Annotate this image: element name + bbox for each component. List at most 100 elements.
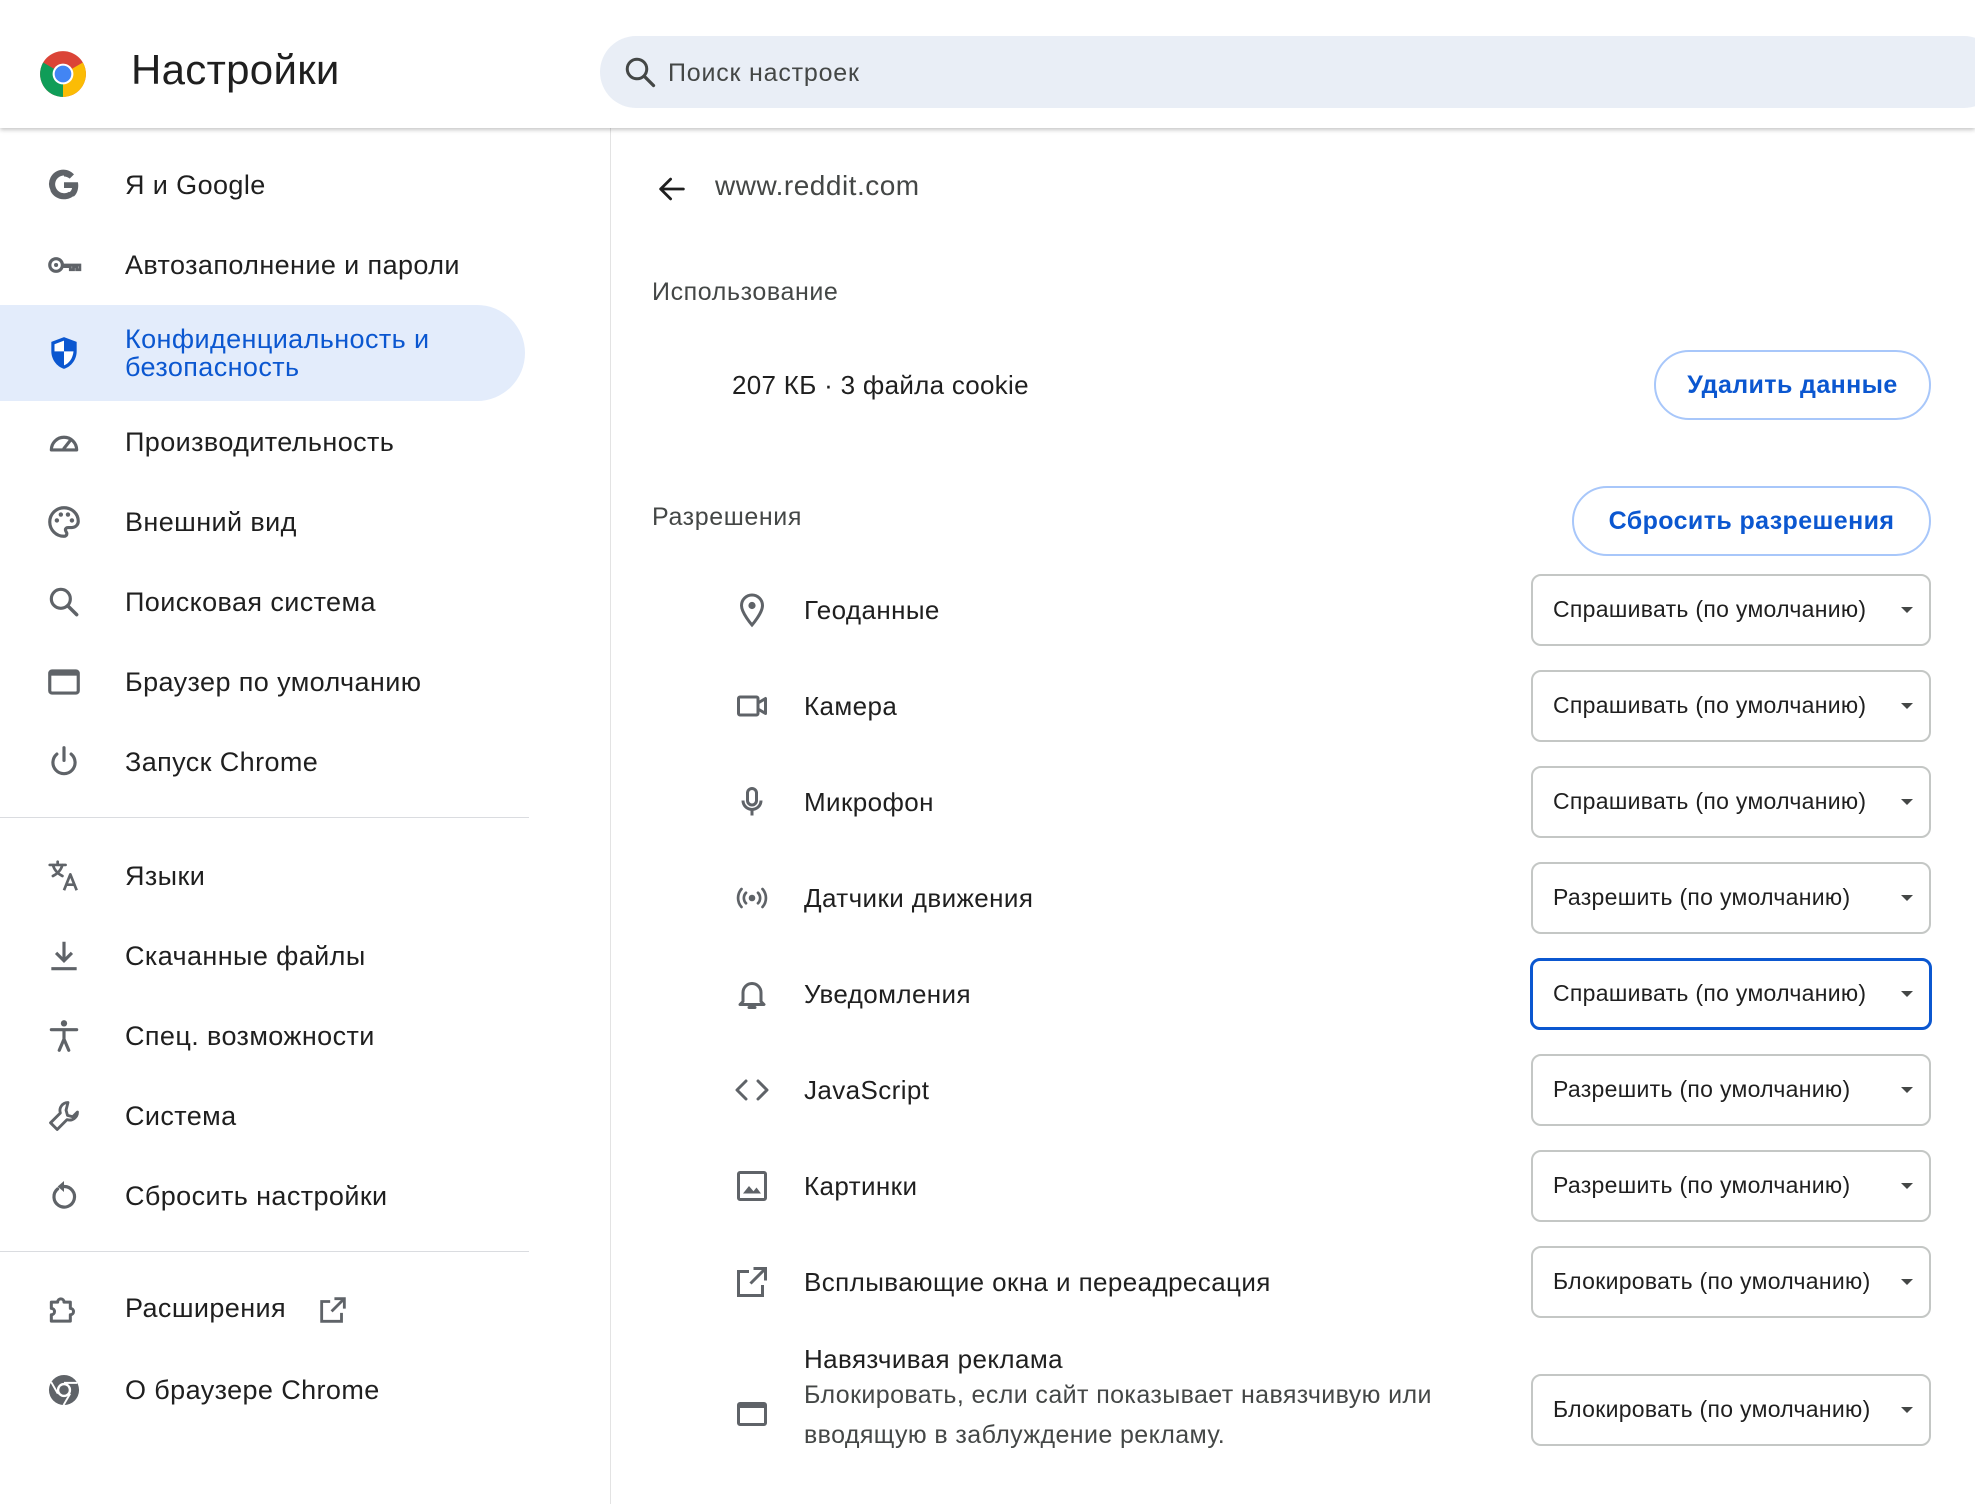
permission-label: JavaScript	[804, 1075, 930, 1105]
accessibility-icon	[44, 1016, 84, 1056]
bell-icon	[732, 974, 772, 1014]
arrow-back-icon	[659, 177, 685, 201]
search-input[interactable]	[666, 50, 1670, 96]
permission-row-images: Картинки Разрешить (по умолчанию)	[611, 1150, 1975, 1222]
sidebar-item-privacy[interactable]: Конфиденциальность и безопасность	[0, 305, 525, 401]
permission-select-javascript[interactable]: Разрешить (по умолчанию)	[1531, 1054, 1931, 1126]
permission-description: Блокировать, если сайт показывает навязч…	[804, 1381, 1432, 1449]
microphone-icon	[732, 782, 772, 822]
key-icon	[44, 245, 84, 285]
permission-select-sensors[interactable]: Разрешить (по умолчанию)	[1531, 862, 1931, 934]
permission-row-ads: Навязчивая реклама Блокировать, если сай…	[611, 1340, 1975, 1500]
translate-icon	[44, 856, 84, 896]
sidebar-item-downloads[interactable]: Скачанные файлы	[0, 921, 525, 991]
google-g-icon	[44, 165, 84, 205]
sidebar-item-label: Запуск Chrome	[125, 747, 319, 777]
permission-label: Уведомления	[804, 979, 971, 1009]
reset-icon	[44, 1176, 84, 1216]
sidebar-item-label: Я и Google	[125, 170, 266, 200]
wrench-icon	[44, 1096, 84, 1136]
usage-section-title: Использование	[652, 278, 839, 306]
permission-label: Картинки	[804, 1171, 918, 1201]
permission-label: Микрофон	[804, 787, 934, 817]
open-external-icon	[732, 1262, 772, 1302]
download-icon	[44, 936, 84, 976]
usage-summary: 207 КБ · 3 файла cookie	[732, 370, 1029, 400]
sidebar-divider	[0, 817, 529, 818]
dropdown-caret-icon	[1901, 1279, 1913, 1285]
page-title: Настройки	[131, 46, 340, 93]
settings-header: Настройки	[0, 0, 1975, 128]
sidebar-item-appearance[interactable]: Внешний вид	[0, 487, 525, 557]
permission-select-notifications[interactable]: Спрашивать (по умолчанию)	[1530, 958, 1932, 1030]
sidebar-item-default-browser[interactable]: Браузер по умолчанию	[0, 647, 525, 717]
permission-select-ads[interactable]: Блокировать (по умолчанию)	[1531, 1374, 1931, 1446]
sidebar-item-on-startup[interactable]: Запуск Chrome	[0, 727, 525, 797]
permission-select-images[interactable]: Разрешить (по умолчанию)	[1531, 1150, 1931, 1222]
open-in-new-icon[interactable]	[316, 1293, 350, 1327]
image-icon	[732, 1166, 772, 1206]
permission-select-location[interactable]: Спрашивать (по умолчанию)	[1531, 574, 1931, 646]
sidebar-item-languages[interactable]: Языки	[0, 841, 525, 911]
sidebar-item-label: Языки	[125, 861, 206, 891]
permission-label: Геоданные	[804, 595, 940, 625]
permission-label: Камера	[804, 691, 898, 721]
dropdown-caret-icon	[1901, 895, 1913, 901]
permission-row-camera: Камера Спрашивать (по умолчанию)	[611, 670, 1975, 742]
permission-row-microphone: Микрофон Спрашивать (по умолчанию)	[611, 766, 1975, 838]
settings-sidebar: Я и Google Автозаполнение и пароли Конфи…	[0, 128, 610, 1504]
speedometer-icon	[44, 422, 84, 462]
sidebar-item-reset-settings[interactable]: Сбросить настройки	[0, 1161, 525, 1231]
dropdown-caret-icon	[1901, 991, 1913, 997]
sidebar-item-label: Расширения	[125, 1293, 350, 1327]
permission-row-javascript: JavaScript Разрешить (по умолчанию)	[611, 1054, 1975, 1126]
dropdown-caret-icon	[1901, 799, 1913, 805]
sidebar-item-label: Поисковая система	[125, 587, 376, 617]
permission-label: Навязчивая реклама	[804, 1344, 1063, 1374]
puzzle-icon	[44, 1290, 84, 1330]
location-pin-icon	[732, 590, 772, 630]
sidebar-item-label: Производительность	[125, 427, 395, 457]
chrome-logo-icon	[40, 51, 86, 97]
sidebar-item-extensions[interactable]: Расширения	[0, 1275, 525, 1345]
site-details-panel: www.reddit.com Использование 207 КБ · 3 …	[611, 128, 1975, 1504]
permission-label: Датчики движения	[804, 883, 1034, 913]
permission-row-sensors: Датчики движения Разрешить (по умолчанию…	[611, 862, 1975, 934]
back-button[interactable]	[647, 164, 697, 214]
sidebar-item-about-chrome[interactable]: О браузере Chrome	[0, 1355, 525, 1425]
dropdown-caret-icon	[1901, 1407, 1913, 1413]
sidebar-item-you-and-google[interactable]: Я и Google	[0, 150, 525, 220]
permission-row-notifications: Уведомления Спрашивать (по умолчанию)	[611, 958, 1975, 1030]
power-icon	[44, 742, 84, 782]
sidebar-item-system[interactable]: Система	[0, 1081, 525, 1151]
sidebar-item-label: Скачанные файлы	[125, 941, 366, 971]
sidebar-item-label: Спец. возможности	[125, 1021, 375, 1051]
permissions-section-title: Разрешения	[652, 503, 803, 531]
code-icon	[732, 1070, 772, 1110]
permission-select-microphone[interactable]: Спрашивать (по умолчанию)	[1531, 766, 1931, 838]
sidebar-item-label: Сбросить настройки	[125, 1181, 388, 1211]
permission-select-popups[interactable]: Блокировать (по умолчанию)	[1531, 1246, 1931, 1318]
sidebar-item-label: Автозаполнение и пароли	[125, 250, 460, 280]
dropdown-caret-icon	[1901, 703, 1913, 709]
sidebar-item-autofill[interactable]: Автозаполнение и пароли	[0, 230, 525, 300]
permission-select-camera[interactable]: Спрашивать (по умолчанию)	[1531, 670, 1931, 742]
site-title: www.reddit.com	[715, 170, 920, 201]
sidebar-item-label: Браузер по умолчанию	[125, 667, 422, 697]
sidebar-divider	[0, 1251, 529, 1252]
sidebar-item-label: Система	[125, 1101, 237, 1131]
sidebar-item-label: О браузере Chrome	[125, 1375, 380, 1405]
ad-window-icon	[732, 1394, 772, 1434]
search-box[interactable]	[600, 36, 1975, 108]
reset-permissions-button[interactable]: Сбросить разрешения	[1572, 486, 1931, 556]
sidebar-item-performance[interactable]: Производительность	[0, 407, 525, 477]
dropdown-caret-icon	[1901, 1183, 1913, 1189]
sidebar-item-accessibility[interactable]: Спец. возможности	[0, 1001, 525, 1071]
sidebar-item-label: Конфиденциальность и безопасность	[125, 324, 430, 382]
palette-icon	[44, 502, 84, 542]
sidebar-item-search-engine[interactable]: Поисковая система	[0, 567, 525, 637]
permission-row-location: Геоданные Спрашивать (по умолчанию)	[611, 574, 1975, 646]
delete-data-button[interactable]: Удалить данные	[1654, 350, 1931, 420]
dropdown-caret-icon	[1901, 1087, 1913, 1093]
chrome-icon	[44, 1370, 84, 1410]
